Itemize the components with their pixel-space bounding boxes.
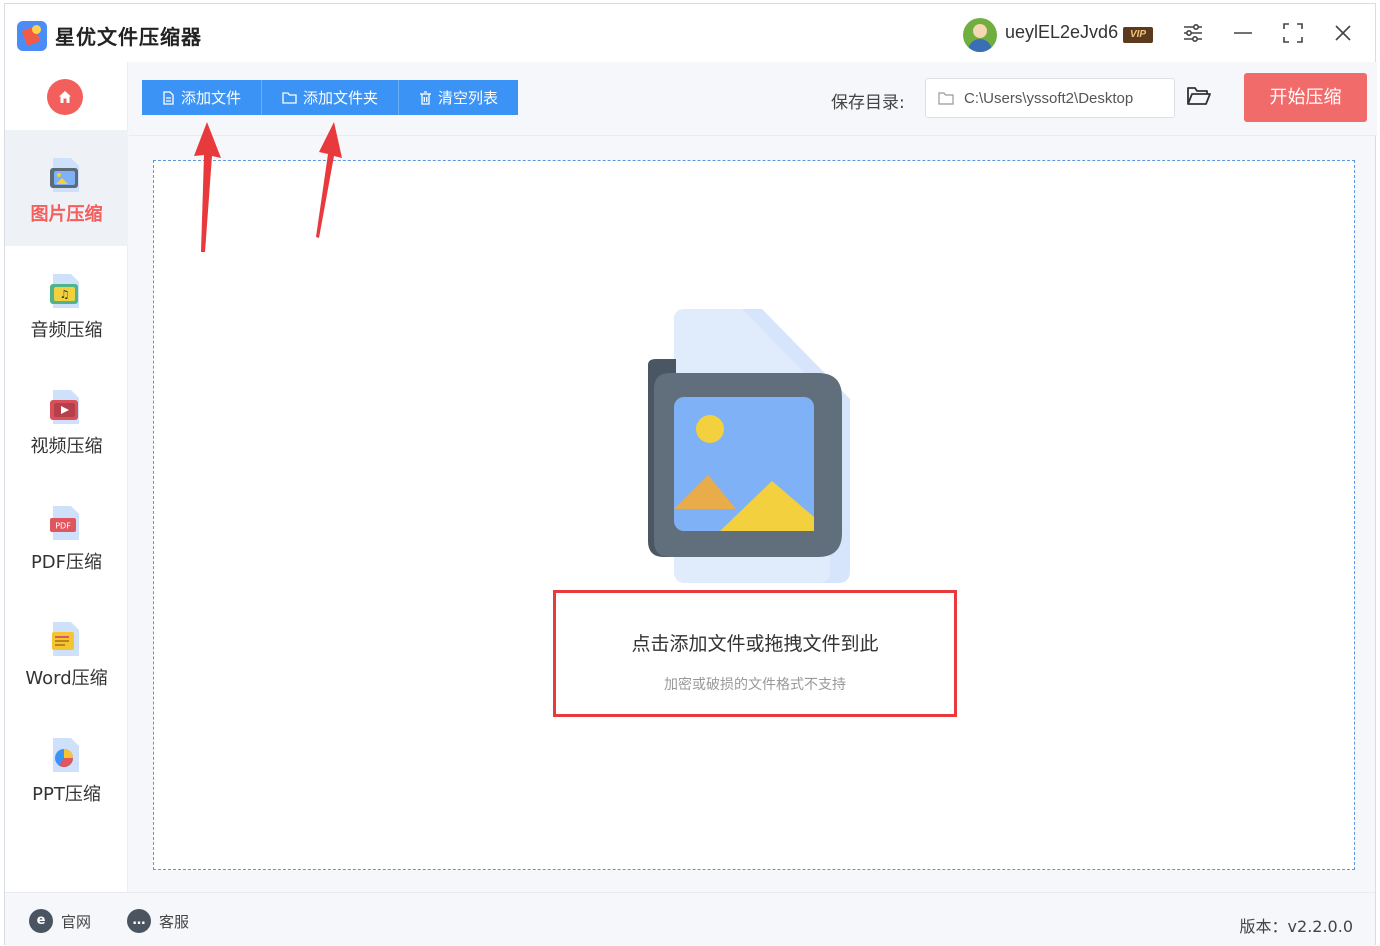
user-avatar[interactable] — [963, 18, 997, 52]
sidebar-item-label: PPT压缩 — [32, 784, 101, 805]
folder-icon — [282, 92, 297, 104]
sidebar-item-label: Word压缩 — [25, 668, 108, 689]
trash-icon — [420, 90, 432, 105]
save-path-field[interactable]: C:\Users\yssoft2\Desktop — [925, 78, 1175, 118]
maximize-icon[interactable] — [1280, 22, 1306, 48]
annotation-arrow-icon — [316, 122, 342, 238]
vip-badge: VIP — [1123, 27, 1153, 43]
save-directory-label: 保存目录: — [831, 93, 905, 113]
svg-text:♫: ♫ — [60, 288, 70, 301]
file-icon — [163, 90, 174, 105]
sidebar-item-word[interactable]: Word压缩 — [5, 594, 128, 710]
video-file-icon — [50, 390, 79, 424]
sidebar-item-ppt[interactable]: PPT压缩 — [5, 710, 128, 826]
support-link[interactable]: … 客服 — [127, 909, 189, 933]
title-bar: 星优文件压缩器 ueylEL2eJvd6 VIP — [5, 4, 1375, 62]
drop-hint-highlight: 点击添加文件或拖拽文件到此 加密或破损的文件格式不支持 — [553, 590, 957, 717]
drop-hint-sub: 加密或破损的文件格式不支持 — [664, 677, 846, 693]
sidebar-item-label: PDF压缩 — [30, 552, 103, 573]
minimize-icon[interactable] — [1230, 22, 1256, 48]
clear-list-label: 清空列表 — [438, 89, 499, 107]
clear-list-button[interactable]: 清空列表 — [399, 80, 519, 115]
add-file-label: 添加文件 — [181, 89, 242, 107]
footer: e 官网 … 客服 版本：v2.2.0.0 — [5, 892, 1375, 946]
audio-file-icon: ♫ — [50, 274, 79, 308]
sidebar-item-pdf[interactable]: PDF PDF压缩 — [5, 478, 128, 594]
username[interactable]: ueylEL2eJvd6 — [1005, 22, 1118, 43]
file-button-group: 添加文件 添加文件夹 清空列表 — [142, 80, 519, 115]
start-compress-button[interactable]: 开始压缩 — [1244, 73, 1367, 122]
sidebar: 图片压缩 ♫ 音频压缩 视频压缩 PDF PDF压缩 Word压缩 PPT压缩 — [5, 62, 128, 892]
svg-text:PDF: PDF — [55, 522, 71, 531]
app-title: 星优文件压缩器 — [55, 25, 202, 49]
add-folder-label: 添加文件夹 — [303, 89, 379, 107]
add-folder-button[interactable]: 添加文件夹 — [262, 80, 400, 115]
close-icon[interactable] — [1330, 22, 1356, 48]
open-folder-icon[interactable] — [1186, 85, 1212, 107]
annotation-arrow-icon — [194, 122, 221, 252]
browser-icon: e — [29, 909, 53, 933]
add-file-button[interactable]: 添加文件 — [142, 80, 263, 115]
pdf-file-icon: PDF — [50, 506, 79, 540]
sidebar-item-video[interactable]: 视频压缩 — [5, 362, 128, 478]
version-text: 版本：v2.2.0.0 — [1239, 917, 1353, 936]
support-label: 客服 — [159, 912, 190, 931]
save-path-text: C:\Users\yssoft2\Desktop — [964, 90, 1134, 107]
folder-icon — [938, 92, 954, 105]
sidebar-item-label: 音频压缩 — [30, 320, 103, 341]
app-logo-icon — [17, 21, 47, 51]
settings-sliders-icon[interactable] — [1180, 22, 1206, 48]
sidebar-item-label: 图片压缩 — [30, 204, 103, 225]
chat-icon: … — [127, 909, 151, 933]
website-link[interactable]: e 官网 — [29, 909, 91, 933]
drop-hint-main: 点击添加文件或拖拽文件到此 — [631, 633, 879, 655]
image-file-illustration — [648, 309, 850, 583]
sidebar-item-audio[interactable]: ♫ 音频压缩 — [5, 246, 128, 362]
home-icon — [59, 91, 71, 103]
ppt-file-icon — [53, 738, 79, 772]
home-button[interactable] — [47, 79, 83, 115]
word-file-icon — [52, 622, 79, 656]
sidebar-item-label: 视频压缩 — [30, 436, 103, 457]
website-label: 官网 — [61, 912, 92, 931]
file-drop-zone[interactable]: 点击添加文件或拖拽文件到此 加密或破损的文件格式不支持 — [153, 160, 1355, 870]
sidebar-item-image[interactable]: 图片压缩 — [5, 130, 128, 246]
image-file-icon — [50, 158, 79, 192]
